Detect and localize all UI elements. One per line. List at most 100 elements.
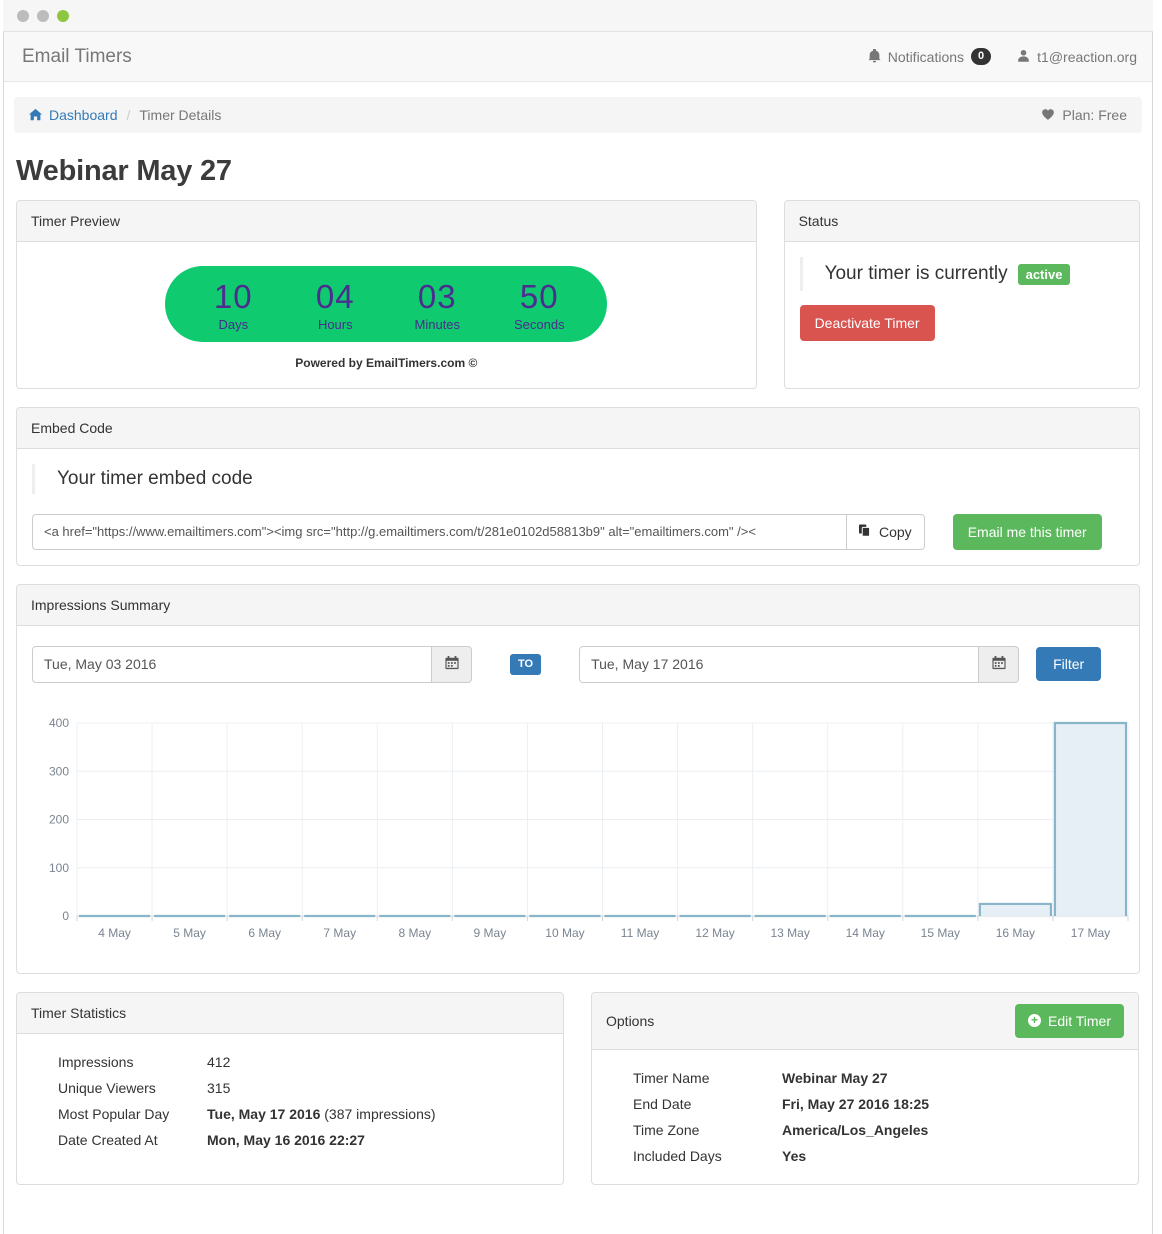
x-axis-label: 4 May	[98, 926, 131, 940]
app-brand[interactable]: Email Timers	[19, 46, 132, 68]
options-body: Timer NameWebinar May 27End DateFri, May…	[592, 1050, 1138, 1184]
window-minimize-dot[interactable]	[37, 10, 49, 22]
timer-units: 10 Days 04 Hours 03 Minutes	[197, 280, 575, 332]
options-table: Timer NameWebinar May 27End DateFri, May…	[607, 1065, 1123, 1169]
status-body: Your timer is currently active Deactivat…	[785, 242, 1139, 356]
timer-days-value: 10	[197, 280, 269, 315]
options-heading-row: Options + Edit Timer	[592, 993, 1138, 1050]
timer-minutes-label: Minutes	[401, 317, 473, 332]
breadcrumb-current: Timer Details	[139, 107, 221, 123]
timer-hours-value: 04	[299, 280, 371, 315]
copy-button[interactable]: Copy	[847, 514, 925, 550]
table-row: Included DaysYes	[607, 1143, 1123, 1169]
table-row: Impressions412	[32, 1049, 548, 1075]
stat-key: Date Created At	[32, 1127, 207, 1153]
impressions-heading: Impressions Summary	[17, 585, 1139, 626]
table-row: Time ZoneAmerica/Los_Angeles	[607, 1117, 1123, 1143]
timer-seconds-label: Seconds	[503, 317, 575, 332]
options-heading: Options	[606, 1013, 654, 1029]
y-axis-label: 300	[49, 764, 69, 778]
start-date-group	[32, 646, 472, 683]
option-key: End Date	[607, 1091, 782, 1117]
impressions-summary-panel: Impressions Summary TO	[16, 584, 1140, 974]
x-axis-label: 6 May	[248, 926, 281, 940]
stat-value: Tue, May 17 2016 (387 impressions)	[207, 1101, 548, 1127]
notifications-link[interactable]: Notifications 0	[868, 48, 991, 64]
option-value: Yes	[782, 1143, 1123, 1169]
embed-code-panel: Embed Code Your timer embed code Copy Em…	[16, 407, 1140, 566]
x-axis-label: 17 May	[1071, 926, 1110, 940]
top-navbar: Email Timers Notifications 0 t1@reaction…	[4, 32, 1152, 82]
to-badge: TO	[510, 654, 541, 675]
embed-input-group: Copy	[32, 514, 925, 550]
timer-statistics-panel: Timer Statistics Impressions412Unique Vi…	[16, 992, 564, 1185]
stat-key: Unique Viewers	[32, 1075, 207, 1101]
timer-preview-body: 10 Days 04 Hours 03 Minutes	[17, 242, 756, 388]
deactivate-timer-button[interactable]: Deactivate Timer	[800, 305, 935, 341]
status-message-block: Your timer is currently active	[800, 257, 1124, 291]
copy-label: Copy	[879, 524, 912, 540]
filter-button[interactable]: Filter	[1036, 647, 1101, 681]
option-key: Time Zone	[607, 1117, 782, 1143]
status-badge: active	[1018, 264, 1071, 285]
breadcrumb-dashboard-link[interactable]: Dashboard	[49, 107, 118, 123]
embed-code-input[interactable]	[32, 514, 847, 550]
copy-icon	[859, 524, 872, 540]
home-icon	[29, 108, 42, 123]
x-axis-label: 14 May	[846, 926, 885, 940]
x-axis-label: 5 May	[173, 926, 206, 940]
navbar-right-group: Notifications 0 t1@reaction.org	[868, 48, 1137, 64]
x-axis-label: 7 May	[323, 926, 356, 940]
y-axis-label: 200	[49, 812, 69, 826]
options-panel: Options + Edit Timer Timer NameWebinar M…	[591, 992, 1139, 1185]
heart-icon	[1041, 108, 1055, 123]
x-axis-label: 15 May	[921, 926, 960, 940]
end-date-calendar-button[interactable]	[979, 646, 1019, 683]
start-date-input[interactable]	[32, 646, 432, 683]
status-message: Your timer is currently	[825, 263, 1008, 285]
user-email: t1@reaction.org	[1037, 49, 1137, 65]
x-axis-label: 13 May	[770, 926, 809, 940]
y-axis-label: 400	[49, 716, 69, 730]
table-row: Unique Viewers315	[32, 1075, 548, 1101]
x-axis-label: 11 May	[621, 926, 659, 940]
plus-circle-icon: +	[1028, 1014, 1041, 1027]
preview-status-row: Timer Preview 10 Days 04 Hours	[4, 200, 1152, 407]
window-maximize-dot[interactable]	[57, 10, 69, 22]
table-row: End DateFri, May 27 2016 18:25	[607, 1091, 1123, 1117]
email-me-this-timer-button[interactable]: Email me this timer	[953, 514, 1102, 550]
user-icon	[1017, 49, 1030, 65]
user-account-link[interactable]: t1@reaction.org	[1017, 49, 1137, 65]
end-date-input[interactable]	[579, 646, 979, 683]
timer-minutes-value: 03	[401, 280, 473, 315]
table-row: Most Popular DayTue, May 17 2016 (387 im…	[32, 1101, 548, 1127]
timer-preview-panel: Timer Preview 10 Days 04 Hours	[16, 200, 757, 389]
timer-days-label: Days	[197, 317, 269, 332]
impressions-filter-row: TO Filter	[32, 641, 1124, 683]
impressions-chart-svg: 01002003004004 May5 May6 May7 May8 May9 …	[32, 713, 1136, 948]
calendar-icon	[445, 656, 459, 673]
y-axis-label: 0	[62, 909, 69, 923]
timer-unit-days: 10 Days	[197, 280, 269, 332]
edit-timer-button[interactable]: + Edit Timer	[1015, 1004, 1124, 1038]
window-close-dot[interactable]	[17, 10, 29, 22]
notifications-badge: 0	[971, 48, 991, 64]
timer-hours-label: Hours	[299, 317, 371, 332]
status-heading: Status	[785, 201, 1139, 242]
embed-subtitle: Your timer embed code	[32, 464, 1124, 494]
embed-code-heading: Embed Code	[17, 408, 1139, 449]
embed-controls-row: Copy Email me this timer	[32, 514, 1124, 550]
stat-value: Mon, May 16 2016 22:27	[207, 1127, 548, 1153]
impressions-body: TO Filter 0 100 200 300 400 4 May 5 May 6 May 7 …	[17, 626, 1139, 973]
x-axis-label: 12 May	[695, 926, 734, 940]
table-row: Date Created AtMon, May 16 2016 22:27	[32, 1127, 548, 1153]
embed-code-body: Your timer embed code Copy Email me this…	[17, 449, 1139, 565]
breadcrumb-wrapper: Dashboard / Timer Details Plan: Free	[4, 82, 1152, 133]
page-shell: Email Timers Notifications 0 t1@reaction…	[3, 32, 1153, 1234]
bottom-row: Timer Statistics Impressions412Unique Vi…	[4, 992, 1152, 1203]
y-axis-label: 100	[49, 860, 69, 874]
timer-unit-seconds: 50 Seconds	[503, 280, 575, 332]
x-axis-label: 10 May	[545, 926, 584, 940]
window-titlebar	[3, 0, 1153, 32]
start-date-calendar-button[interactable]	[432, 646, 472, 683]
